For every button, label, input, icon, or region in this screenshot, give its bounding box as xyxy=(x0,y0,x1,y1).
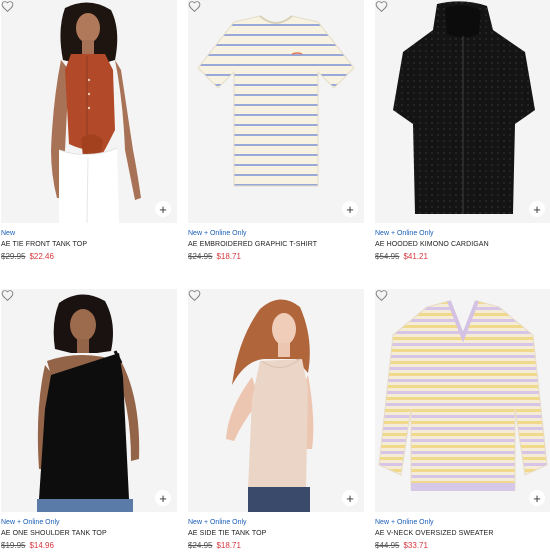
quick-add-icon[interactable]: + xyxy=(155,490,171,506)
original-price: $24.95 xyxy=(188,541,213,550)
product-image[interactable]: + xyxy=(1,289,177,512)
product-prices: $19.95 $14.96 xyxy=(1,541,54,550)
heart-icon[interactable] xyxy=(1,0,14,13)
quick-add-icon[interactable]: + xyxy=(529,490,545,506)
product-prices: $29.95 $22.46 xyxy=(1,252,54,261)
product-name[interactable]: AE HOODED KIMONO CARDIGAN xyxy=(375,241,489,248)
product-image[interactable]: + xyxy=(1,0,177,223)
original-price: $44.95 xyxy=(375,541,400,550)
product-card[interactable]: + New + Online Only AE SIDE TIE TANK TOP… xyxy=(188,289,364,552)
heart-icon[interactable] xyxy=(375,0,388,13)
quick-add-icon[interactable]: + xyxy=(342,490,358,506)
original-price: $54.95 xyxy=(375,252,400,261)
product-badge: New + Online Only xyxy=(375,519,434,526)
striped-vneck-sweater-image xyxy=(375,289,550,512)
product-name[interactable]: AE EMBROIDERED GRAPHIC T-SHIRT xyxy=(188,241,317,248)
product-card[interactable]: + New + Online Only AE ONE SHOULDER TANK… xyxy=(1,289,177,552)
original-price: $19.95 xyxy=(1,541,26,550)
sale-price: $18.71 xyxy=(216,541,241,550)
sale-price: $14.96 xyxy=(29,541,54,550)
model-in-tie-front-tank-image xyxy=(1,0,177,223)
black-kimono-cardigan-image xyxy=(375,0,550,223)
product-grid: + New AE TIE FRONT TANK TOP $29.95 $22.46 xyxy=(0,0,550,552)
product-prices: $24.95 $18.71 xyxy=(188,541,241,550)
product-name[interactable]: AE SIDE TIE TANK TOP xyxy=(188,530,266,537)
product-card[interactable]: + New + Online Only AE EMBROIDERED GRAPH… xyxy=(188,0,364,263)
model-in-one-shoulder-tank-image xyxy=(1,289,177,512)
product-prices: $24.95 $18.71 xyxy=(188,252,241,261)
product-badge: New + Online Only xyxy=(188,230,247,237)
heart-icon[interactable] xyxy=(375,289,388,302)
product-image[interactable]: + xyxy=(188,0,364,223)
sale-price: $22.46 xyxy=(29,252,54,261)
striped-tshirt-image xyxy=(188,0,364,223)
product-image[interactable]: + xyxy=(375,0,550,223)
original-price: $29.95 xyxy=(1,252,26,261)
quick-add-icon[interactable]: + xyxy=(342,201,358,217)
model-in-side-tie-tank-image xyxy=(188,289,364,512)
quick-add-icon[interactable]: + xyxy=(529,201,545,217)
product-badge: New + Online Only xyxy=(188,519,247,526)
heart-icon[interactable] xyxy=(188,289,201,302)
product-badge: New xyxy=(1,230,16,237)
quick-add-icon[interactable]: + xyxy=(155,201,171,217)
product-badge: New + Online Only xyxy=(375,230,434,237)
sale-price: $33.71 xyxy=(403,541,428,550)
product-prices: $54.95 $41.21 xyxy=(375,252,428,261)
product-image[interactable]: + xyxy=(375,289,550,512)
product-image[interactable]: + xyxy=(188,289,364,512)
product-name[interactable]: AE TIE FRONT TANK TOP xyxy=(1,241,87,248)
product-name[interactable]: AE V-NECK OVERSIZED SWEATER xyxy=(375,530,493,537)
product-badge: New + Online Only xyxy=(1,519,60,526)
product-card[interactable]: + New + Online Only AE HOODED KIMONO CAR… xyxy=(375,0,550,263)
original-price: $24.95 xyxy=(188,252,213,261)
sale-price: $18.71 xyxy=(216,252,241,261)
product-name[interactable]: AE ONE SHOULDER TANK TOP xyxy=(1,530,107,537)
product-prices: $44.95 $33.71 xyxy=(375,541,428,550)
sale-price: $41.21 xyxy=(403,252,428,261)
heart-icon[interactable] xyxy=(188,0,201,13)
product-card[interactable]: + New + Online Only AE V-NECK OVERSIZED … xyxy=(375,289,550,552)
product-card[interactable]: + New AE TIE FRONT TANK TOP $29.95 $22.46 xyxy=(1,0,177,263)
heart-icon[interactable] xyxy=(1,289,14,302)
